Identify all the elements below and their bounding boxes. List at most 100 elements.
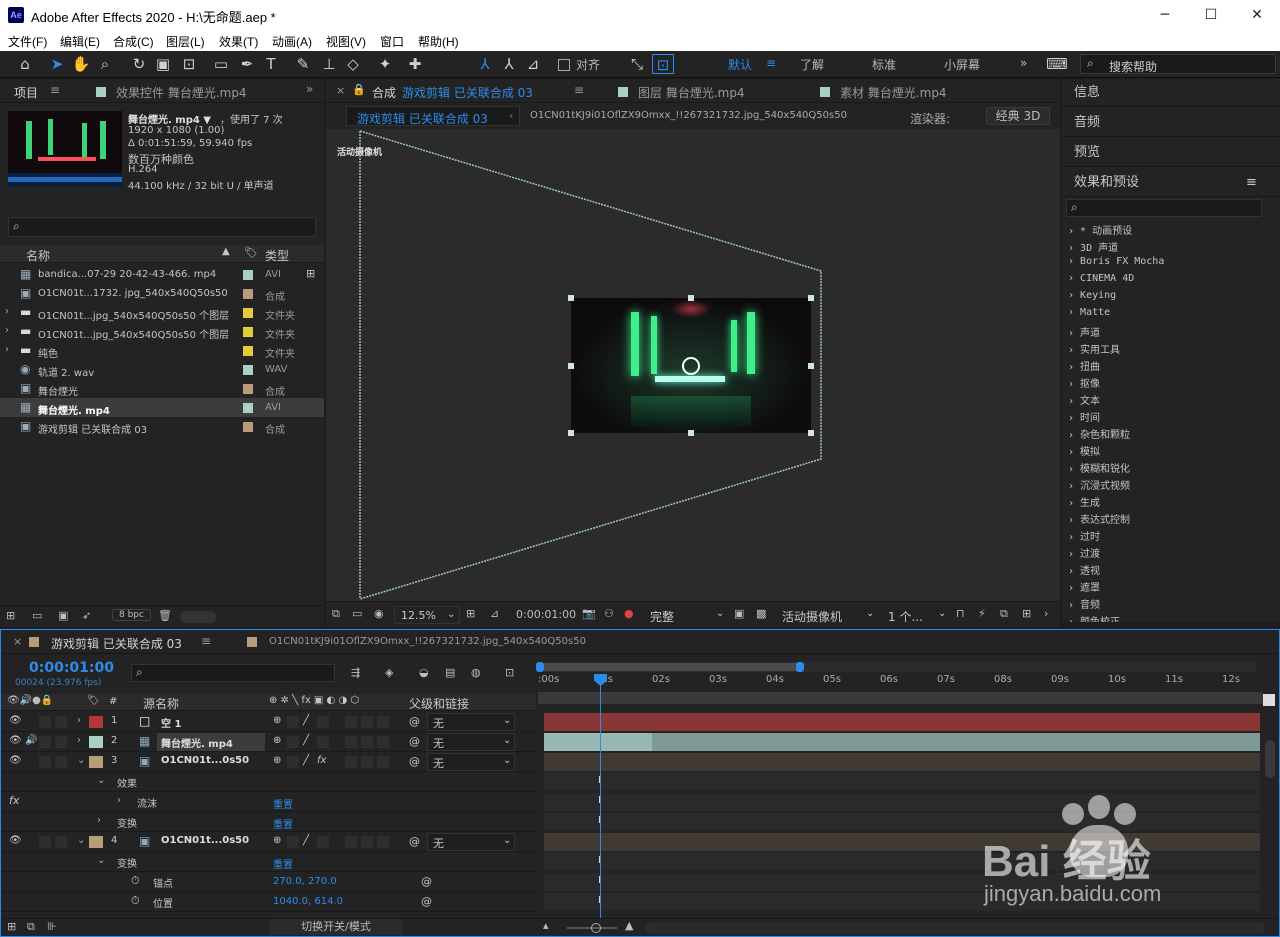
chevron-down-icon[interactable]: ⌄ [77,755,85,766]
motion-blur-switch[interactable] [361,716,373,728]
shy-switch-icon[interactable]: ⊕ [273,735,281,746]
effects-panel-menu-icon[interactable]: ≡ [1246,169,1257,197]
label-color-swatch[interactable] [243,289,253,299]
effect-category-item[interactable]: › 透视 [1068,562,1100,577]
frame-blend-switch[interactable] [345,756,357,768]
tab-composition-label[interactable]: 合成 [372,84,396,101]
zoom-in-icon[interactable]: ▲ [625,919,633,932]
effect-category-item[interactable]: › 模糊和锐化 [1068,460,1130,475]
collapse-switch[interactable] [287,736,299,748]
camera-tool-icon[interactable]: ▣ [152,54,174,74]
reset-link[interactable]: 重置 [273,796,293,811]
adjustment-switch[interactable] [377,836,389,848]
graph-editor-icon[interactable]: ⊡ [505,666,514,679]
puppet-pin-tool-icon[interactable]: ✚ [404,54,426,74]
view-axis-icon[interactable]: ⊿ [522,54,544,74]
transform-handle[interactable] [808,295,814,301]
timeline-tab-other[interactable]: O1CN01tKJ9i01OflZX9Omxx_!!267321732.jpg_… [269,636,586,647]
adjustment-switch[interactable] [377,756,389,768]
effect-category-item[interactable]: › 3D 声道 [1068,239,1118,254]
adjustment-switch[interactable] [377,716,389,728]
snapshot-icon[interactable]: 📷 [582,607,596,620]
project-list-item[interactable]: ▣ 游戏剪辑 已关联合成 03 合成 [0,417,324,436]
quality-switch-icon[interactable]: ╱ [303,755,309,766]
effect-category-item[interactable]: › 扭曲 [1068,358,1100,373]
label-color-swatch[interactable] [243,308,253,318]
zoom-out-icon[interactable]: ▴ [543,919,549,932]
collapse-switch[interactable] [287,836,299,848]
effect-category-item[interactable]: › 音频 [1068,596,1100,611]
lock-toggle[interactable] [55,736,67,748]
view-dropdown[interactable]: 活动摄像机 ⌄ [778,606,878,624]
project-list-item[interactable]: ▦ bandica...07-29 20-42-43-466. mp4 AVI [0,265,324,284]
reset-link[interactable]: 重置 [273,816,293,831]
comp-viewer[interactable]: 活动摄像机 [326,129,1060,601]
pick-whip-icon[interactable]: @ [409,735,420,748]
timeline-tab-active[interactable]: 游戏剪辑 已关联合成 03 [51,635,182,652]
viewer-timecode[interactable]: 0:00:01:00 [516,608,576,621]
thumbnail-size-slider[interactable] [180,611,216,623]
project-list-item[interactable]: ▣ 舞台煙光 合成 [0,379,324,398]
transform-handle[interactable] [688,430,694,436]
toggle-mask-icon[interactable]: ⊿ [490,607,499,620]
timeline-vertical-scrollbar[interactable] [1263,712,1277,912]
speaker-icon[interactable]: 🔊 [25,735,37,746]
layer-property-row[interactable]: ⌄ 效果 [1,772,536,792]
effect-category-item[interactable]: › 遮罩 [1068,579,1100,594]
render-time-icon[interactable]: ⊞ [7,920,16,933]
parent-link-header[interactable]: 父级和链接 [409,695,469,712]
anchor-point-icon[interactable] [682,357,700,375]
effect-switch[interactable] [317,716,329,728]
effect-category-item[interactable]: › 杂色和颗粒 [1068,426,1130,441]
zoom-slider-knob[interactable] [591,923,601,933]
close-icon[interactable]: ✕ [1234,0,1280,30]
property-value[interactable]: 1040.0, 614.0 [273,896,343,907]
project-list-item[interactable]: ▣ O1CN01t...1732. jpg_540x540Q50s50 合成 [0,284,324,303]
clone-stamp-tool-icon[interactable]: ⊥ [318,54,340,74]
menu-composition[interactable]: 合成(C) [113,33,154,50]
chevron-right-icon[interactable]: › [77,735,81,746]
work-area-end-handle[interactable] [796,662,804,672]
timeline-menu-icon[interactable]: ≡ [201,634,211,648]
panel-menu-icon[interactable]: ≡ [50,83,60,97]
effects-presets-header[interactable]: 效果和预设 ≡ [1062,169,1280,197]
transform-handle[interactable] [568,363,574,369]
frame-blending-icon[interactable]: ▤ [445,666,455,679]
label-color-swatch[interactable] [243,270,253,280]
interpret-footage-icon[interactable]: ⊞ [6,609,15,622]
timeline-current-time[interactable]: 0:00:01:00 [29,660,114,676]
layer-label-color[interactable] [89,756,103,768]
help-search-input[interactable]: ⌕ 搜索帮助 [1080,54,1276,74]
chevron-down-icon[interactable]: ⌄ [77,835,85,846]
shy-layers-icon[interactable]: ◒ [419,666,429,679]
comp-mini-flowchart-icon[interactable]: ⇶ [351,666,360,679]
workspace-standard[interactable]: 标准 [872,56,896,73]
new-composition-icon[interactable]: ▣ [58,609,68,622]
view-layout-dropdown[interactable]: 1 个... ⌄ [884,606,950,624]
solo-toggle[interactable] [39,736,51,748]
effect-switch[interactable] [317,836,329,848]
frame-blend-switch[interactable] [345,836,357,848]
project-list-item[interactable]: › ▬ O1CN01t...jpg_540x540Q50s50 个图层 文件夹 [0,303,324,322]
lock-toggle[interactable] [55,836,67,848]
workspace-learn[interactable]: 了解 [800,56,824,73]
stopwatch-icon[interactable]: ⏱ [131,874,140,888]
motion-blur-icon[interactable]: ◍ [471,666,481,679]
zoom-dropdown[interactable]: 12.5% ⌄ [394,606,460,624]
effect-category-item[interactable]: › 过时 [1068,528,1100,543]
motion-blur-switch[interactable] [361,756,373,768]
comp-breadcrumb-active[interactable]: 游戏剪辑 已关联合成 03 ‹ [346,106,520,126]
column-name-header[interactable]: 名称 [26,247,50,264]
transform-handle[interactable] [808,430,814,436]
tab-effect-controls[interactable]: 效果控件 舞台煙光.mp4 [116,84,247,101]
monitor-icon[interactable]: ▭ [352,607,362,620]
render-queue-icon[interactable]: ➶ [82,609,91,622]
transparency-grid-icon[interactable]: ▩ [756,607,766,620]
reset-link[interactable]: 重置 [273,856,293,871]
column-type-header[interactable]: 类型 [265,247,289,264]
workspace-overflow-icon[interactable]: » [1020,56,1027,70]
playhead-line[interactable] [600,674,601,918]
label-color-swatch[interactable] [243,384,253,394]
menu-file[interactable]: 文件(F) [8,33,47,50]
resolution-dropdown[interactable]: 完整 ⌄ [646,606,728,624]
